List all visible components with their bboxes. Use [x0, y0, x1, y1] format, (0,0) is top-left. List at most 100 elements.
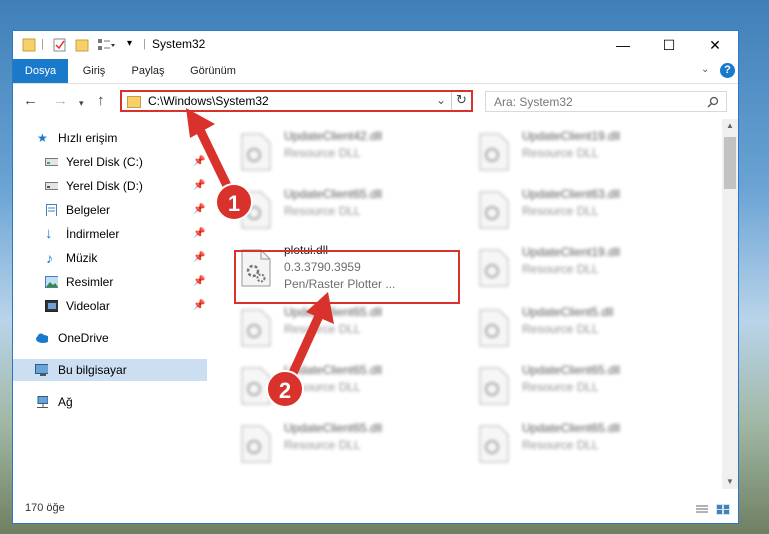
file-item[interactable]: UpdateClient65.dll Resource DLL: [232, 181, 462, 239]
nav-item-yerel-disk-d[interactable]: Yerel Disk (D:) 📌: [13, 175, 207, 197]
nav-item-belgeler[interactable]: Belgeler 📌: [13, 199, 207, 221]
step-badge-1: 1: [215, 183, 253, 221]
file-item[interactable]: UpdateClient5.dll Resource DLL: [470, 299, 700, 357]
tab-gorunum[interactable]: Görünüm: [183, 59, 243, 83]
tab-paylas[interactable]: Paylaş: [125, 59, 171, 83]
address-bar[interactable]: C:\Windows\System32 ⌄ ↻: [120, 90, 473, 112]
pin-icon[interactable]: 📌: [193, 247, 205, 269]
forward-button[interactable]: →: [53, 92, 68, 110]
file-item[interactable]: UpdateClient65.dll Resource DLL: [232, 299, 462, 357]
cloud-icon: [36, 333, 48, 343]
nav-label: Belgeler: [66, 203, 111, 217]
file-name: UpdateClient19.dll: [522, 129, 621, 143]
nav-this-pc[interactable]: Bu bilgisayar: [13, 359, 207, 381]
nav-item-resimler[interactable]: Resimler 📌: [13, 271, 207, 293]
dll-file-icon: [479, 367, 509, 405]
file-item[interactable]: UpdateClient19.dll Resource DLL: [470, 123, 700, 181]
address-dropdown-icon[interactable]: ⌄: [436, 93, 446, 107]
properties-icon[interactable]: [53, 38, 67, 52]
expand-ribbon-icon[interactable]: ⌄: [701, 64, 709, 75]
nav-item-indirmeler[interactable]: ↓ İndirmeler 📌: [13, 223, 207, 245]
music-icon: ♪: [46, 250, 53, 266]
file-item[interactable]: UpdateClient19.dll Resource DLL: [470, 239, 700, 297]
pin-icon[interactable]: 📌: [193, 295, 205, 317]
pin-icon[interactable]: 📌: [193, 175, 205, 197]
file-description: Resource DLL: [284, 146, 361, 160]
file-item[interactable]: UpdateClient65.dll Resource DLL: [232, 415, 462, 473]
search-input[interactable]: Ara: System32: [485, 91, 727, 112]
file-description: Resource DLL: [522, 146, 599, 160]
file-name: UpdateClient65.dll: [522, 363, 621, 377]
file-item[interactable]: UpdateClient63.dll Resource DLL: [470, 181, 700, 239]
file-description: Resource DLL: [522, 380, 599, 394]
separator: |: [143, 38, 146, 50]
pin-icon[interactable]: 📌: [193, 151, 205, 173]
view-dropdown-icon[interactable]: [97, 38, 115, 52]
nav-item-muzik[interactable]: ♪ Müzik 📌: [13, 247, 207, 269]
minimize-button[interactable]: —: [600, 31, 646, 59]
dll-file-icon: [479, 309, 509, 347]
file-description: Resource DLL: [284, 322, 361, 336]
file-name: UpdateClient65.dll: [284, 421, 383, 435]
dll-file-icon: [479, 191, 509, 229]
nav-item-yerel-disk-c[interactable]: Yerel Disk (C:) 📌: [13, 151, 207, 173]
network-icon: [37, 396, 48, 408]
pictures-icon: [45, 276, 58, 288]
nav-label: Videolar: [66, 299, 110, 313]
nav-network[interactable]: Ağ: [13, 391, 207, 413]
file-name: UpdateClient5.dll: [522, 305, 614, 319]
file-item[interactable]: UpdateClient65.dll Resource DLL: [470, 357, 700, 415]
file-name: UpdateClient63.dll: [522, 187, 621, 201]
scroll-down-icon[interactable]: ▼: [726, 477, 734, 486]
file-name: UpdateClient65.dll: [522, 421, 621, 435]
explorer-window: | ▾ | System32 — ☐ ✕ Dosya Giriş Paylaş …: [12, 30, 739, 524]
computer-icon: [35, 364, 48, 376]
file-description: Resource DLL: [522, 438, 599, 452]
up-button[interactable]: ↑: [97, 92, 105, 110]
nav-label: Bu bilgisayar: [58, 363, 127, 377]
nav-label: İndirmeler: [66, 227, 120, 241]
vertical-scrollbar[interactable]: ▲ ▼: [722, 119, 738, 489]
details-view-icon[interactable]: [695, 504, 709, 515]
file-name: UpdateClient42.dll: [284, 129, 383, 143]
recent-locations-icon[interactable]: ▾: [79, 94, 84, 112]
file-description: Resource DLL: [522, 204, 599, 218]
nav-quick-access[interactable]: ★ Hızlı erişim: [13, 127, 207, 149]
dll-file-icon: [479, 425, 509, 463]
separator: |: [41, 38, 44, 50]
help-icon[interactable]: ?: [720, 63, 735, 78]
tiles-view-icon[interactable]: [716, 504, 730, 515]
dll-file-icon: [241, 309, 271, 347]
file-item[interactable]: UpdateClient65.dll Resource DLL: [470, 415, 700, 473]
refresh-icon[interactable]: ↻: [456, 92, 467, 108]
nav-item-videolar[interactable]: Videolar 📌: [13, 295, 207, 317]
downloads-icon: ↓: [45, 225, 53, 242]
tab-dosya[interactable]: Dosya: [13, 59, 68, 83]
back-button[interactable]: ←: [23, 92, 38, 110]
nav-label: Yerel Disk (C:): [66, 155, 143, 169]
customize-toolbar-icon[interactable]: ▾: [127, 38, 132, 52]
drive-icon: [45, 182, 58, 190]
search-placeholder: Ara: System32: [494, 95, 573, 109]
file-item[interactable]: UpdateClient42.dll Resource DLL: [232, 123, 462, 181]
ribbon: Dosya Giriş Paylaş Görünüm ⌄ ?: [13, 59, 738, 84]
file-description: Resource DLL: [284, 204, 361, 218]
maximize-button[interactable]: ☐: [646, 31, 692, 59]
nav-label: Ağ: [58, 395, 73, 409]
pin-icon[interactable]: 📌: [193, 271, 205, 293]
tab-giris[interactable]: Giriş: [74, 59, 114, 83]
search-icon[interactable]: [707, 96, 719, 108]
nav-label: Resimler: [66, 275, 114, 289]
status-bar: 170 öğe: [13, 495, 738, 523]
close-button[interactable]: ✕: [692, 31, 738, 59]
scrollbar-thumb[interactable]: [724, 137, 736, 189]
nav-label: OneDrive: [58, 331, 109, 345]
pin-icon[interactable]: 📌: [193, 199, 205, 221]
pin-icon[interactable]: 📌: [193, 223, 205, 245]
new-folder-icon[interactable]: [75, 38, 89, 52]
highlight-box-plotui: [234, 250, 460, 304]
step-badge-2: 2: [266, 370, 304, 408]
scroll-up-icon[interactable]: ▲: [726, 121, 734, 130]
nav-onedrive[interactable]: OneDrive: [13, 327, 207, 349]
navigation-pane: ★ Hızlı erişim Yerel Disk (C:) 📌 Yerel D…: [13, 119, 207, 489]
